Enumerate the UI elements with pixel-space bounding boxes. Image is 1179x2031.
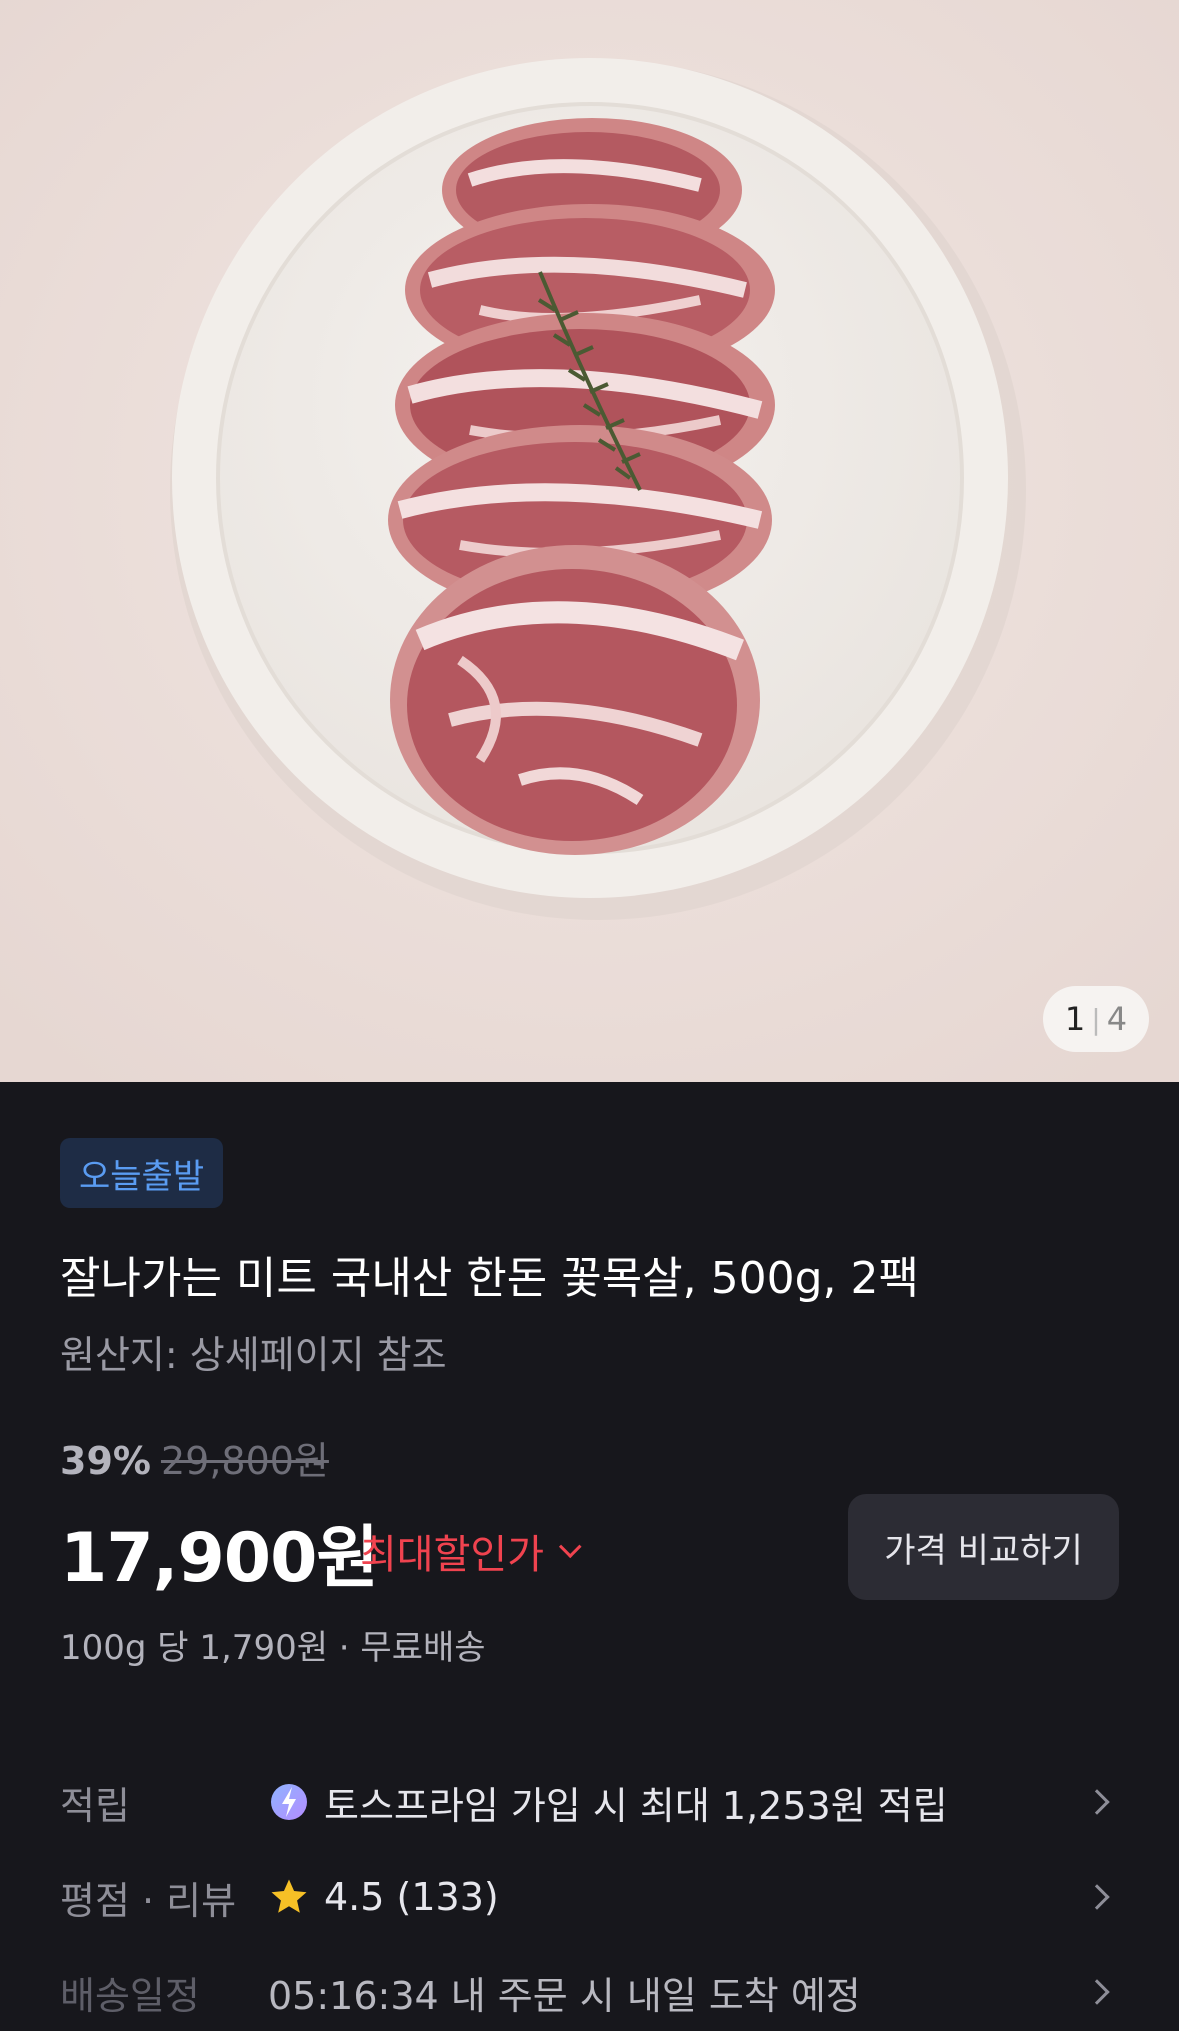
product-photo — [0, 0, 1179, 1082]
product-info-panel: 오늘출발 잘나가는 미트 국내산 한돈 꽃목살, 500g, 2팩 원산지: 상… — [0, 1082, 1179, 2031]
chevron-down-icon — [558, 1535, 582, 1559]
rating-label: 평점 · 리뷰 — [60, 1878, 237, 1923]
page-separator: | — [1091, 1002, 1101, 1036]
chevron-right-icon — [1084, 1789, 1110, 1815]
compare-price-button[interactable]: 가격 비교하기 — [848, 1494, 1119, 1600]
chevron-right-icon — [1084, 1979, 1110, 2005]
toss-prime-icon — [268, 1781, 310, 1823]
product-title: 잘나가는 미트 국내산 한돈 꽃목살, 500g, 2팩 — [60, 1253, 919, 1304]
same-day-shipping-badge: 오늘출발 — [60, 1138, 224, 1208]
star-icon — [268, 1876, 310, 1918]
points-row[interactable]: 적립 토스프라임 가입 시 최대 1,253원 적립 — [0, 1762, 1179, 1842]
discount-row: 39% 29,800원 — [60, 1430, 329, 1485]
product-origin: 원산지: 상세페이지 참조 — [60, 1333, 447, 1377]
points-label: 적립 — [60, 1783, 130, 1828]
discount-percent: 39% — [60, 1439, 151, 1483]
chevron-right-icon — [1084, 1884, 1110, 1910]
max-discount-toggle[interactable]: 최대할인가 — [360, 1522, 582, 1580]
points-value-group: 토스프라임 가입 시 최대 1,253원 적립 — [268, 1775, 948, 1830]
delivery-value: 05:16:34 내 주문 시 내일 도착 예정 — [268, 1973, 861, 2018]
product-image-gallery[interactable]: 1 | 4 — [0, 0, 1179, 1082]
original-price: 29,800원 — [160, 1439, 329, 1483]
rating-row[interactable]: 평점 · 리뷰 4.5 (133) — [0, 1857, 1179, 1937]
total-pages: 4 — [1106, 1000, 1128, 1038]
current-page: 1 — [1064, 1000, 1086, 1038]
rating-value-group: 4.5 (133) — [268, 1875, 499, 1919]
unit-price-shipping: 100g 당 1,790원 · 무료배송 — [60, 1628, 486, 1668]
sale-price: 17,900원 — [60, 1519, 379, 1598]
delivery-row[interactable]: 배송일정 05:16:34 내 주문 시 내일 도착 예정 — [0, 1952, 1179, 2031]
points-value: 토스프라임 가입 시 최대 1,253원 적립 — [324, 1783, 948, 1828]
image-page-counter: 1 | 4 — [1043, 986, 1149, 1052]
max-discount-label: 최대할인가 — [360, 1532, 544, 1578]
delivery-label: 배송일정 — [60, 1973, 200, 2018]
rating-value: 4.5 (133) — [324, 1875, 499, 1919]
